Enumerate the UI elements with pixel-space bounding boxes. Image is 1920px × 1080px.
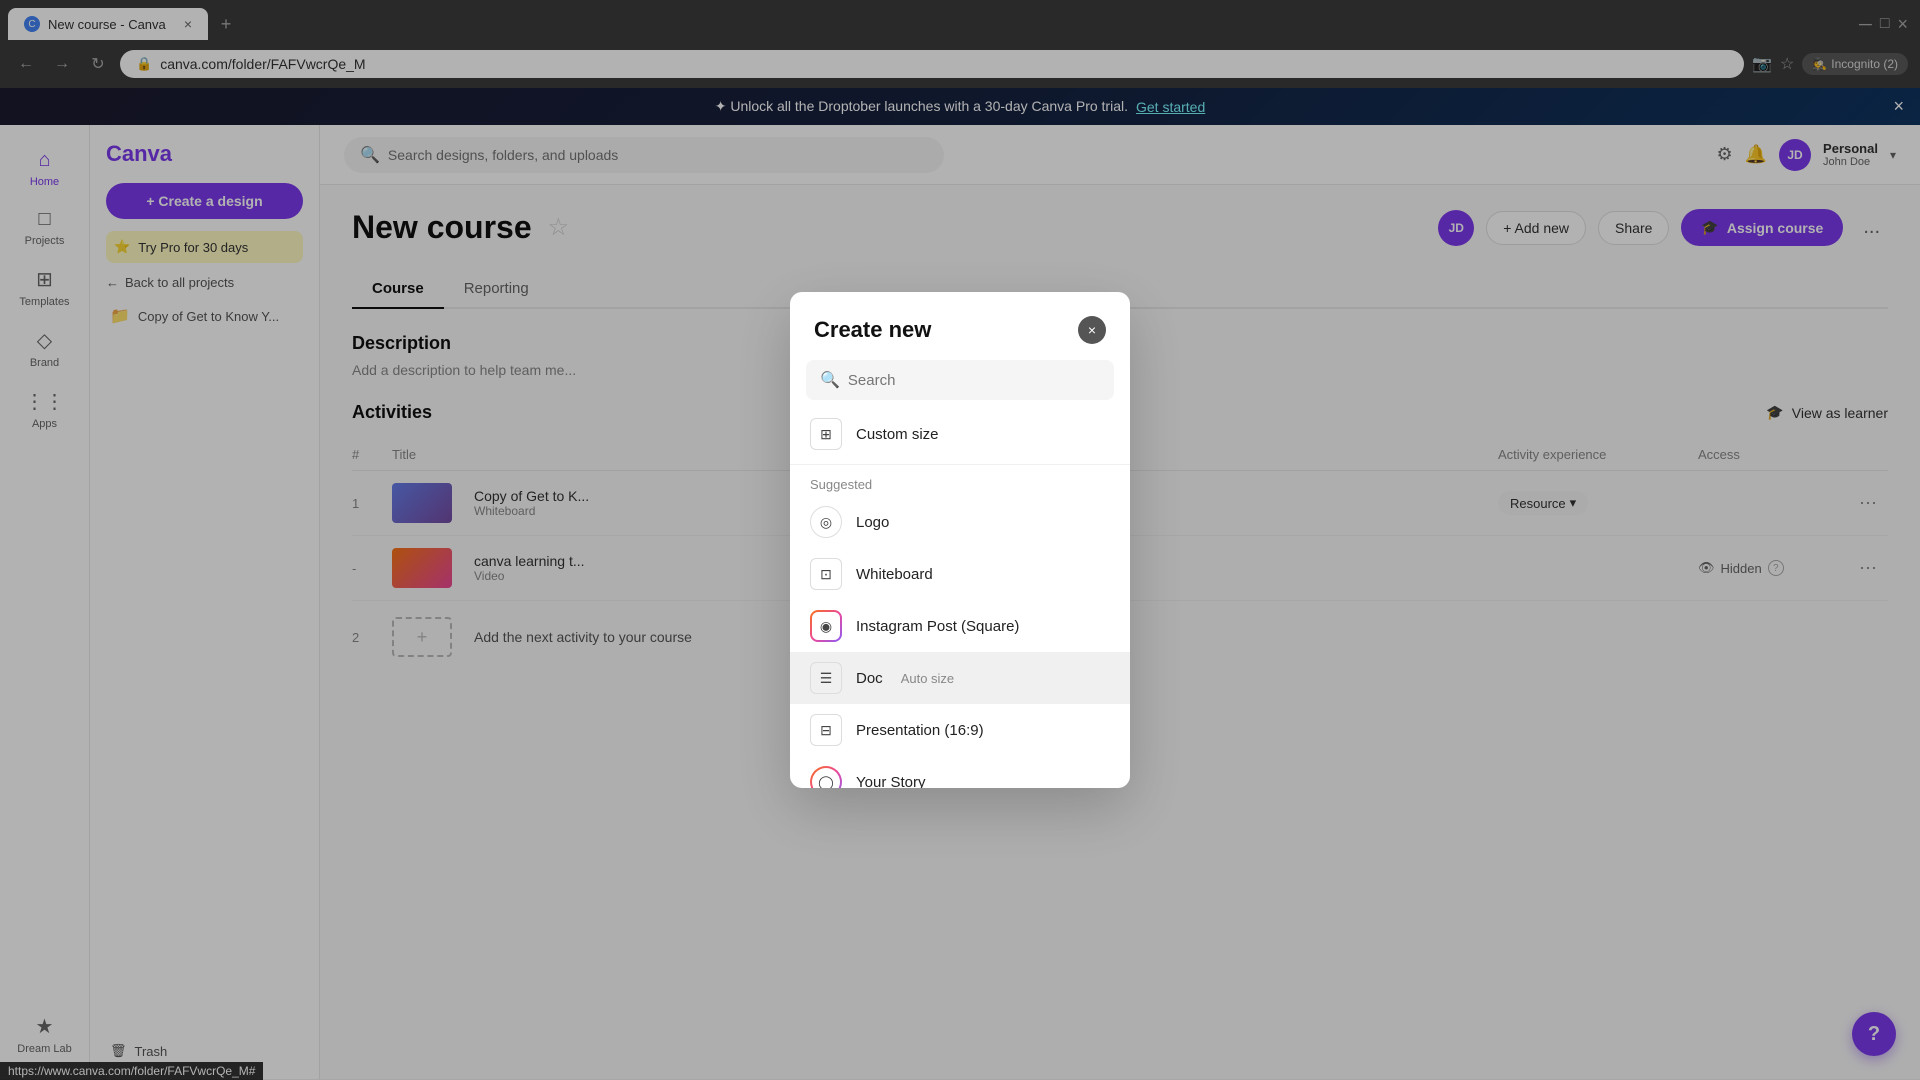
logo-icon: ◎	[810, 506, 842, 538]
modal-divider	[790, 464, 1130, 465]
modal-item-logo[interactable]: ◎ Logo	[790, 496, 1130, 548]
whiteboard-label: Whiteboard	[856, 566, 933, 583]
modal-item-doc[interactable]: ☰ Doc Auto size	[790, 652, 1130, 704]
modal-item-your-story[interactable]: ◯ Your Story	[790, 756, 1130, 788]
modal-item-whiteboard[interactable]: ⊡ Whiteboard	[790, 548, 1130, 600]
presentation-label: Presentation (16:9)	[856, 722, 984, 739]
modal-header: Create new ×	[790, 292, 1130, 360]
your-story-label: Your Story	[856, 774, 926, 789]
modal-item-instagram-post[interactable]: ◉ Instagram Post (Square)	[790, 600, 1130, 652]
modal-search-input[interactable]	[848, 372, 1100, 389]
instagram-post-icon: ◉	[810, 610, 842, 642]
modal-item-custom-size[interactable]: ⊞ Custom size	[790, 408, 1130, 460]
modal-item-presentation[interactable]: ⊟ Presentation (16:9)	[790, 704, 1130, 756]
logo-label: Logo	[856, 514, 889, 531]
create-new-modal: Create new × 🔍 ⊞ Custom size Suggested ◎…	[790, 292, 1130, 788]
your-story-icon: ◯	[810, 766, 842, 788]
modal-close-button[interactable]: ×	[1078, 316, 1106, 344]
custom-size-label: Custom size	[856, 426, 939, 443]
modal-list: ⊞ Custom size Suggested ◎ Logo ⊡ Whitebo…	[790, 408, 1130, 788]
modal-title: Create new	[814, 317, 931, 343]
modal-overlay[interactable]: Create new × 🔍 ⊞ Custom size Suggested ◎…	[0, 0, 1920, 1080]
modal-search-icon: 🔍	[820, 370, 840, 390]
doc-sub-label: Auto size	[901, 671, 954, 686]
doc-label: Doc	[856, 670, 883, 687]
modal-section-suggested: Suggested	[790, 469, 1130, 496]
doc-icon: ☰	[810, 662, 842, 694]
whiteboard-icon: ⊡	[810, 558, 842, 590]
instagram-post-label: Instagram Post (Square)	[856, 618, 1019, 635]
custom-size-icon: ⊞	[810, 418, 842, 450]
presentation-icon: ⊟	[810, 714, 842, 746]
modal-search-bar[interactable]: 🔍	[806, 360, 1114, 400]
